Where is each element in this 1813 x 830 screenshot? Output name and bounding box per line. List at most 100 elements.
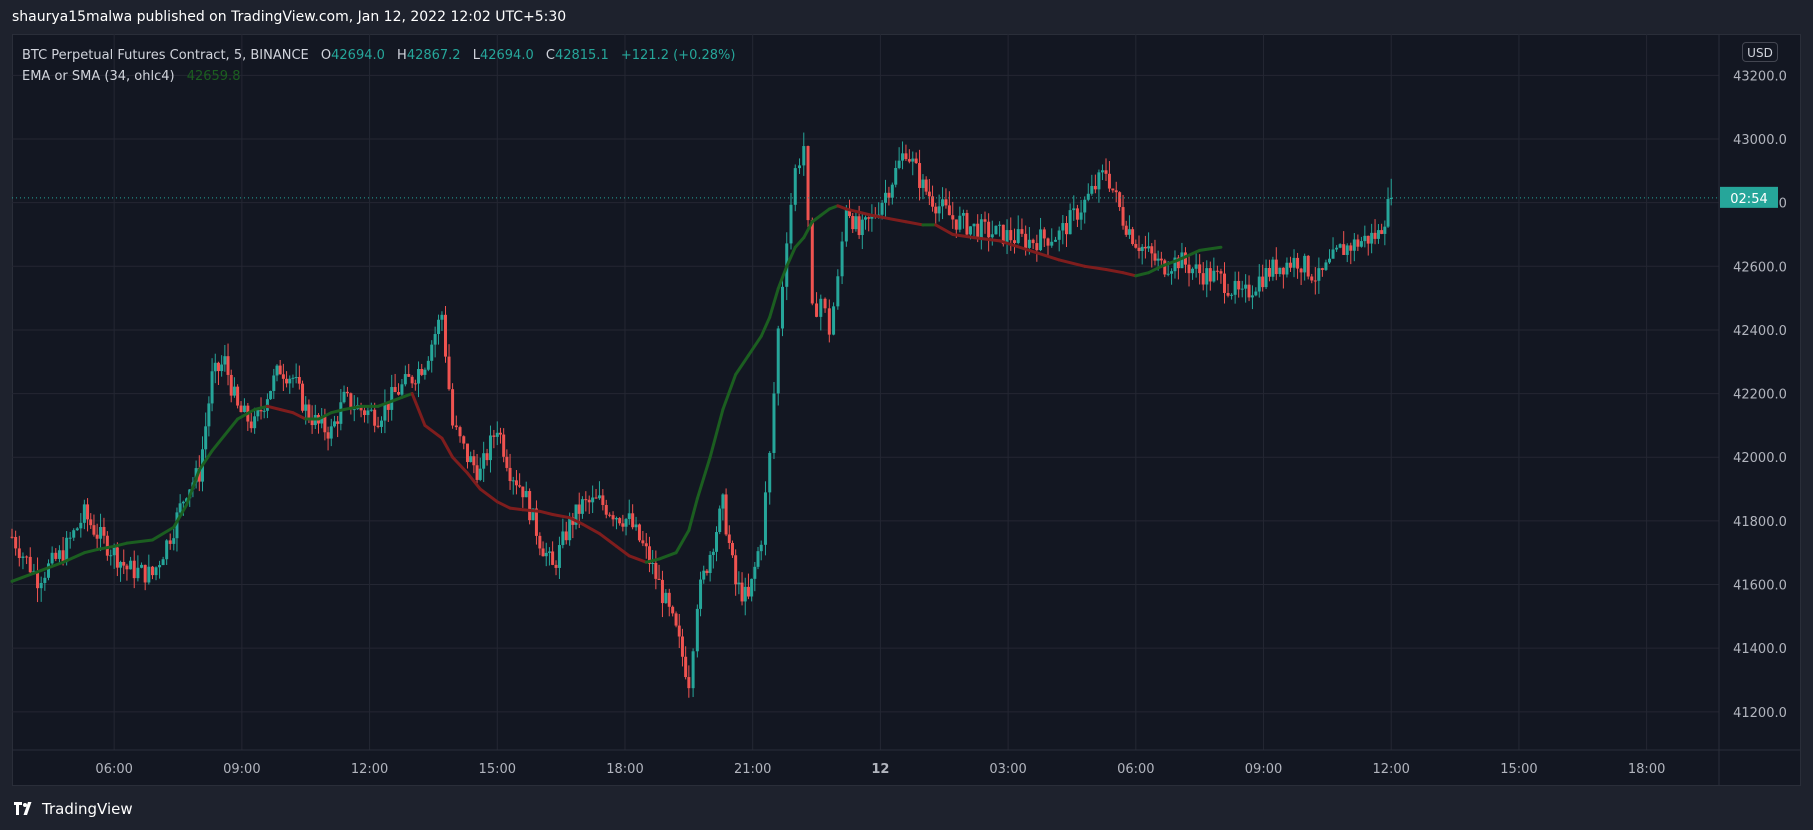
candle-body <box>924 179 928 192</box>
candle-body <box>1237 280 1241 290</box>
candle-body <box>972 223 976 227</box>
candle-body <box>242 405 246 413</box>
moving-average-segment <box>440 436 455 459</box>
candle-body <box>637 524 641 541</box>
candle-body <box>554 564 558 568</box>
candle-body <box>721 494 725 509</box>
candle-body <box>403 374 407 385</box>
candle-body <box>1345 245 1349 255</box>
candle-body <box>462 436 466 444</box>
candle-body <box>278 365 282 375</box>
candle-body <box>1380 230 1384 234</box>
price-axis-label: 41600.0 <box>1733 579 1787 594</box>
candle-body <box>819 298 823 317</box>
candle-body <box>907 159 911 162</box>
candle-body <box>921 179 925 188</box>
candle-body <box>304 404 308 411</box>
currency-button[interactable]: USD <box>1742 42 1778 62</box>
low-label: L <box>472 48 480 63</box>
candle-body <box>680 636 684 657</box>
candle-body <box>440 314 444 320</box>
candle-body <box>657 578 661 580</box>
candle-body <box>366 410 370 416</box>
candle-body <box>836 276 840 307</box>
candle-body <box>430 344 434 361</box>
candle-body <box>634 524 638 528</box>
candle-body <box>105 535 109 556</box>
candle-body <box>14 537 18 549</box>
candle-body <box>50 552 54 564</box>
candle-body <box>1159 258 1163 261</box>
candle-body <box>502 434 506 457</box>
price-axis-label: 42400.0 <box>1733 324 1787 339</box>
candle-body <box>660 579 664 604</box>
indicator-name[interactable]: EMA or SMA (34, ohlc4) <box>22 69 175 84</box>
candle-body <box>594 497 598 499</box>
candle-body <box>417 368 421 384</box>
moving-average-segment <box>934 223 955 236</box>
time-axis-label: 06:00 <box>95 762 132 777</box>
moving-average-segment <box>1057 258 1087 268</box>
candle-body <box>768 452 772 493</box>
candle-body <box>551 551 555 565</box>
candle-body <box>880 202 884 215</box>
moving-average-segment <box>112 541 129 548</box>
candle-body <box>541 548 545 557</box>
candle-body <box>102 526 106 536</box>
candle-body <box>832 306 836 335</box>
candle-body <box>1118 192 1122 208</box>
candle-body <box>119 561 123 568</box>
candle-body <box>1111 188 1115 191</box>
candle-body <box>979 219 983 240</box>
candle-body <box>478 468 482 480</box>
candle-body <box>604 505 608 515</box>
countdown-label: 02:54 <box>1730 192 1767 207</box>
candle-body <box>475 465 479 480</box>
candle-body <box>897 160 901 168</box>
candle-body <box>165 540 169 560</box>
candle-body <box>1267 267 1271 277</box>
price-chart[interactable]: 43200.043000.042800.042600.042400.042200… <box>0 0 1813 830</box>
candle-body <box>339 402 343 424</box>
candle-body <box>547 551 551 553</box>
moving-average-segment <box>687 497 699 532</box>
candle-body <box>1288 262 1292 268</box>
moving-average-segment <box>721 372 738 412</box>
candle-body <box>759 544 763 552</box>
candle-body <box>168 540 172 544</box>
candle-body <box>1285 262 1289 275</box>
candle-body <box>753 566 757 579</box>
tradingview-logo-icon <box>14 802 32 815</box>
candle-body <box>383 403 387 421</box>
candle-body <box>591 497 595 503</box>
moving-average-segment <box>810 213 823 224</box>
candle-body <box>140 564 144 568</box>
candle-body <box>1356 239 1360 247</box>
symbol-title[interactable]: BTC Perpetual Futures Contract, 5, BINAN… <box>22 48 309 63</box>
candle-body <box>944 199 948 206</box>
candle-body <box>1012 240 1016 243</box>
candle-body <box>568 517 572 541</box>
candle-body <box>285 378 289 384</box>
candle-body <box>918 163 922 188</box>
candle-body <box>43 577 47 583</box>
candle-body <box>934 206 938 214</box>
candle-body <box>454 425 458 428</box>
candle-body <box>1075 208 1079 220</box>
candle-body <box>451 389 455 426</box>
moving-average-segment <box>759 315 772 338</box>
tradingview-logo[interactable]: TradingView <box>14 800 133 818</box>
candle-body <box>447 356 451 390</box>
candle-body <box>1100 170 1104 173</box>
moving-average-segment <box>857 210 874 217</box>
candle-body <box>864 217 867 220</box>
candle-body <box>691 651 695 689</box>
candle-body <box>528 491 532 521</box>
candle-body <box>1198 264 1202 274</box>
candle-body <box>379 420 383 427</box>
candle-body <box>1226 292 1230 296</box>
moving-average-segment <box>210 433 227 453</box>
candle-body <box>521 486 525 498</box>
moving-average-segment <box>95 544 116 552</box>
moving-average-segment <box>674 528 691 555</box>
